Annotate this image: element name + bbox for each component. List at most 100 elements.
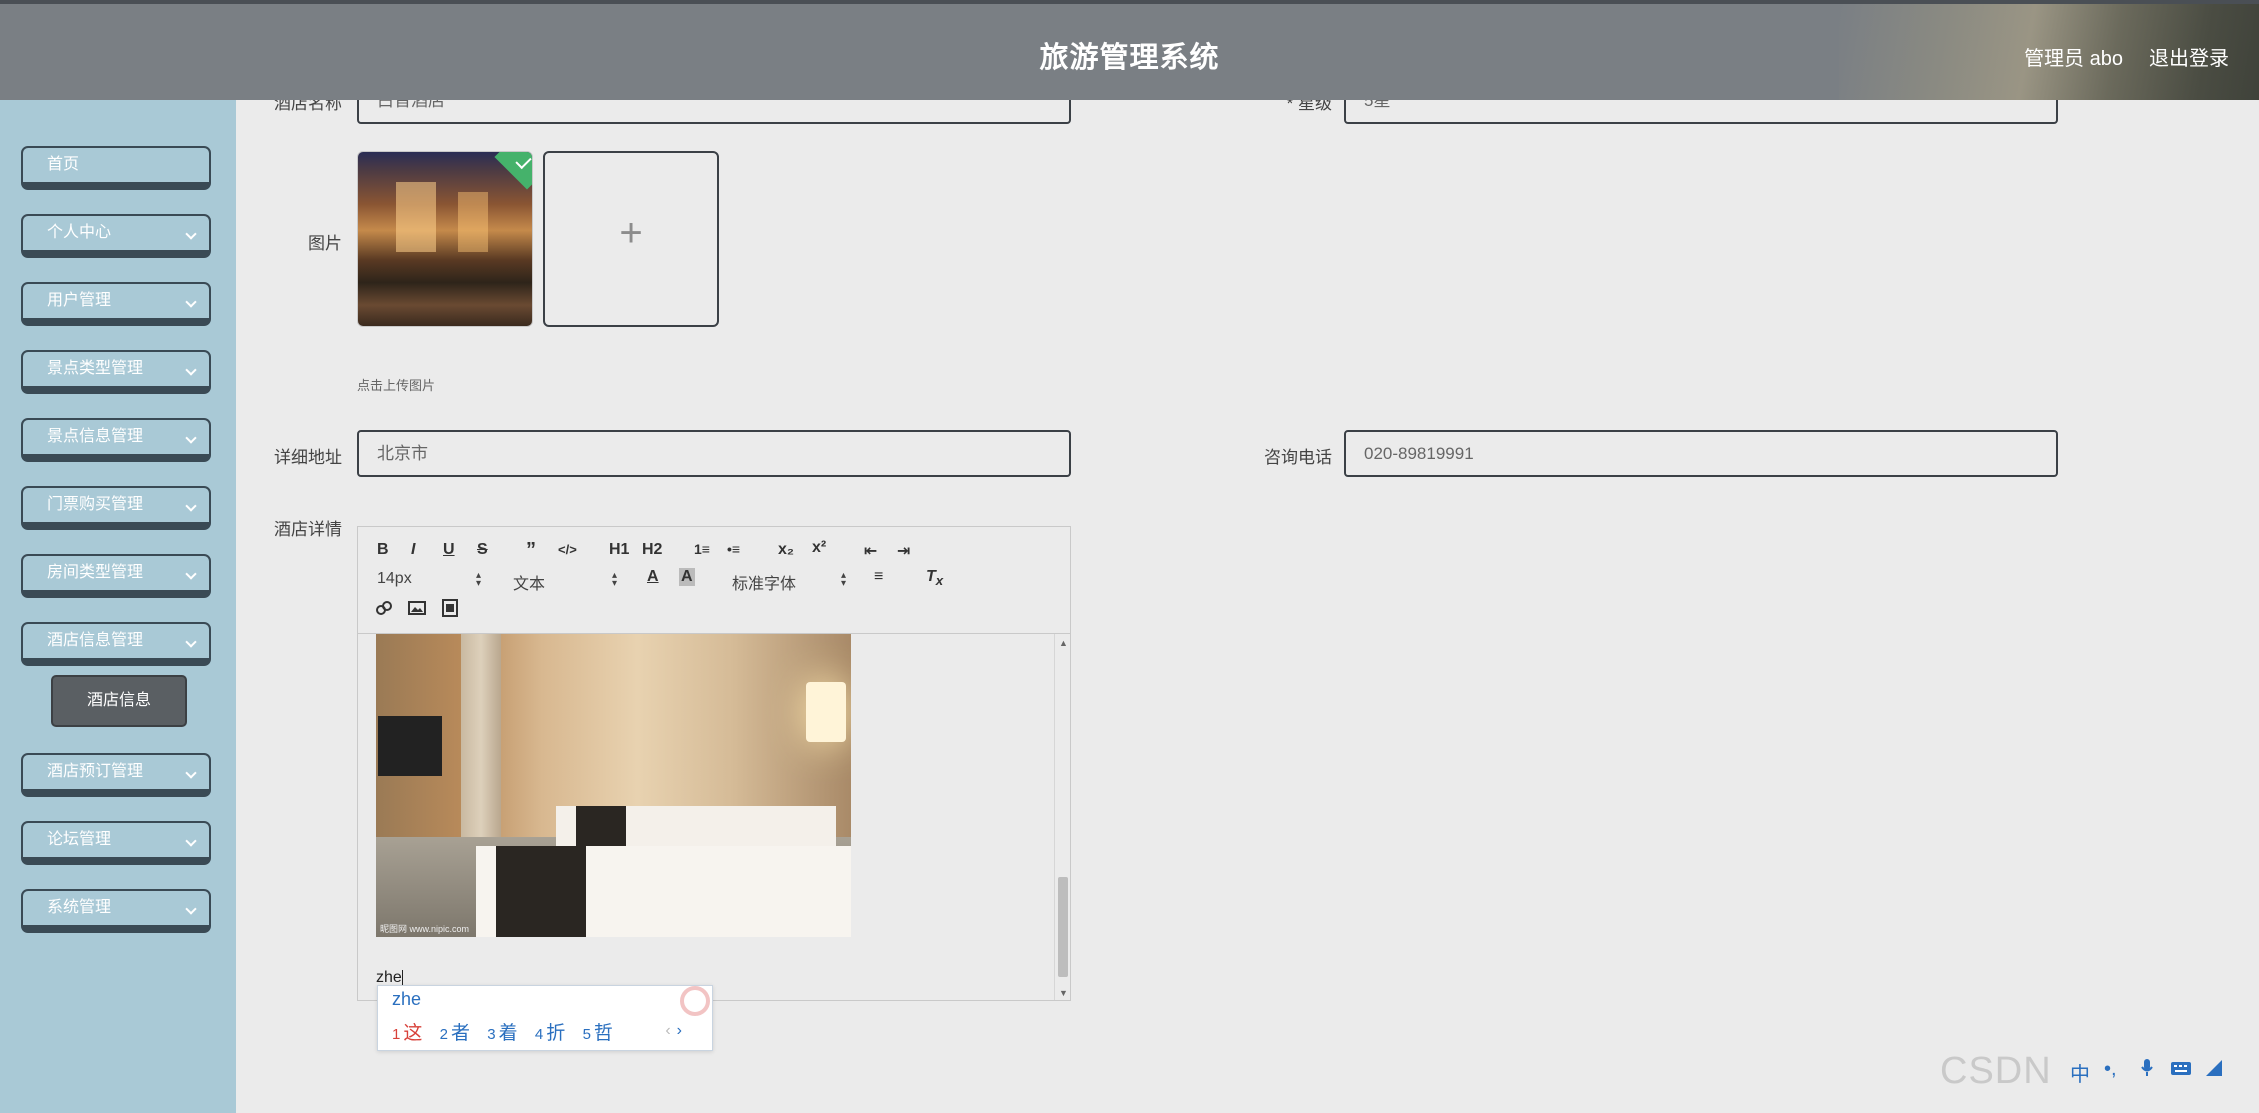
scrollbar-thumb[interactable] (1058, 877, 1068, 977)
punctuation-icon[interactable]: •, (2104, 1058, 2117, 1081)
font-size-value: 14px (377, 570, 412, 587)
sidebar-item-system[interactable]: 系统管理 (21, 889, 211, 933)
ime-composition: zhe (392, 989, 422, 1009)
candidate-number: 1 (392, 1026, 401, 1043)
sidebar-item-label: 首页 (47, 156, 80, 173)
subscript-button[interactable]: x₂ (778, 541, 794, 559)
image-tv (378, 716, 442, 776)
heading1-button[interactable]: H1 (609, 541, 629, 559)
image-icon[interactable] (408, 599, 426, 622)
bullet-list-button[interactable]: •≡ (727, 541, 740, 557)
chevron-down-icon (185, 568, 197, 580)
plus-icon: + (619, 211, 643, 255)
select-arrows-icon: ▴ ▾ (611, 570, 617, 589)
sidebar-subitem-hotel-info[interactable]: 酒店信息 (51, 675, 187, 727)
ime-next-page-icon[interactable]: › (677, 1022, 682, 1039)
image-upload-button[interactable]: + (543, 151, 719, 327)
sidebar-item-label: 酒店信息管理 (47, 632, 144, 649)
image-label: 图片 (308, 234, 342, 253)
font-family-value: 标准字体 (732, 576, 797, 593)
sidebar-item-label: 用户管理 (47, 292, 112, 309)
align-left-icon[interactable]: ≡ (874, 568, 883, 586)
ime-candidate[interactable]: 1这 (392, 1018, 422, 1045)
ime-candidate[interactable]: 2者 (440, 1018, 470, 1045)
ime-mode-icon[interactable]: 中 (2070, 1058, 2090, 1087)
phone-label: 咨询电话 (1264, 448, 1332, 467)
underline-button[interactable]: U (443, 541, 455, 559)
font-family-select[interactable]: 标准字体 ▴ ▾ (732, 570, 846, 594)
video-icon[interactable] (441, 599, 459, 622)
superscript-button[interactable]: x² (812, 539, 826, 557)
image-light (396, 182, 436, 252)
background-color-icon[interactable]: A (679, 568, 695, 586)
chevron-down-icon (185, 364, 197, 376)
ime-candidate-window: zhe 1这 2者 3着 4折 5哲 ‹ › (377, 985, 713, 1051)
keyboard-icon[interactable] (2170, 1058, 2192, 1084)
typed-text-value: zhe (376, 969, 402, 986)
sidebar-item-hotel-info[interactable]: 酒店信息管理 (21, 622, 211, 666)
sidebar-item-tickets[interactable]: 门票购买管理 (21, 486, 211, 530)
bold-button[interactable]: B (377, 541, 389, 559)
ime-candidate[interactable]: 4折 (535, 1018, 565, 1045)
settings-icon[interactable] (2204, 1058, 2224, 1084)
sidebar-item-label: 系统管理 (47, 899, 112, 916)
sidebar-item-spot-types[interactable]: 景点类型管理 (21, 350, 211, 394)
chevron-down-icon (185, 228, 197, 240)
editor-content[interactable]: 昵图网 www.nipic.com zhe (358, 634, 1070, 1000)
link-icon[interactable] (375, 599, 393, 622)
hotel-room-image: 昵图网 www.nipic.com (376, 634, 851, 937)
select-arrows-icon: ▴ ▾ (475, 570, 481, 589)
logout-link[interactable]: 退出登录 (2149, 42, 2229, 71)
csdn-watermark: CSDN (1940, 1050, 2052, 1092)
address-input[interactable]: 北京市 (357, 430, 1071, 477)
phone-input[interactable]: 020-89819991 (1344, 430, 2058, 477)
text-caret (401, 969, 403, 986)
ime-pager: ‹ › (665, 1022, 682, 1040)
clear-format-icon[interactable]: Tx (926, 568, 943, 588)
chevron-down-icon (185, 500, 197, 512)
app-title: 旅游管理系统 (1039, 42, 1220, 74)
blockquote-button[interactable]: ” (526, 539, 536, 562)
sidebar-item-label: 酒店预订管理 (47, 763, 144, 780)
uploaded-hotel-image[interactable] (357, 151, 533, 327)
image-bed-runner (576, 806, 626, 846)
candidate-text: 着 (498, 1023, 518, 1044)
current-user: 管理员 abo (2024, 48, 2123, 70)
image-light (458, 192, 488, 252)
sidebar-item-users[interactable]: 用户管理 (21, 282, 211, 326)
scroll-down-icon[interactable]: ▼ (1059, 988, 1068, 998)
sidebar-item-room-types[interactable]: 房间类型管理 (21, 554, 211, 598)
scroll-up-icon[interactable]: ▲ (1059, 638, 1068, 648)
ime-candidate[interactable]: 3着 (487, 1018, 517, 1045)
font-color-icon[interactable]: A (647, 568, 659, 586)
font-size-select[interactable]: 14px ▴ ▾ (377, 570, 481, 589)
ime-prev-page-icon[interactable]: ‹ (665, 1022, 670, 1039)
heading2-button[interactable]: H2 (642, 541, 662, 559)
candidate-number: 5 (582, 1026, 591, 1043)
ime-candidate[interactable]: 5哲 (583, 1018, 613, 1045)
code-block-button[interactable]: </> (558, 542, 577, 557)
candidate-number: 4 (534, 1026, 544, 1043)
sidebar-item-label: 景点类型管理 (47, 360, 144, 377)
mic-icon[interactable] (2140, 1058, 2154, 1084)
candidate-text: 哲 (593, 1023, 613, 1044)
sidebar-item-forum[interactable]: 论坛管理 (21, 821, 211, 865)
italic-button[interactable]: I (411, 541, 415, 559)
rich-text-editor: B I U S ” </> H1 H2 1≡ •≡ x₂ x² ⇤ ⇥ 14px… (357, 526, 1071, 1001)
editor-scrollbar[interactable]: ▲ ▼ (1054, 634, 1070, 1000)
text-type-value: 文本 (513, 576, 546, 593)
text-type-select[interactable]: 文本 ▴ ▾ (513, 570, 617, 594)
sidebar-item-spot-info[interactable]: 景点信息管理 (21, 418, 211, 462)
candidate-text: 者 (450, 1023, 470, 1044)
sidebar-item-home[interactable]: 首页 (21, 146, 211, 190)
chevron-down-icon (185, 636, 197, 648)
indent-button[interactable]: ⇥ (897, 541, 910, 561)
outdent-button[interactable]: ⇤ (864, 541, 877, 561)
sidebar-item-label: 景点信息管理 (47, 428, 144, 445)
sidebar-item-profile[interactable]: 个人中心 (21, 214, 211, 258)
ordered-list-button[interactable]: 1≡ (694, 541, 710, 557)
ime-candidate-list: 1这 2者 3着 4折 5哲 (392, 1018, 625, 1045)
strike-button[interactable]: S (477, 541, 488, 559)
editor-toolbar: B I U S ” </> H1 H2 1≡ •≡ x₂ x² ⇤ ⇥ 14px… (358, 527, 1070, 634)
sidebar-item-hotel-booking[interactable]: 酒店预订管理 (21, 753, 211, 797)
